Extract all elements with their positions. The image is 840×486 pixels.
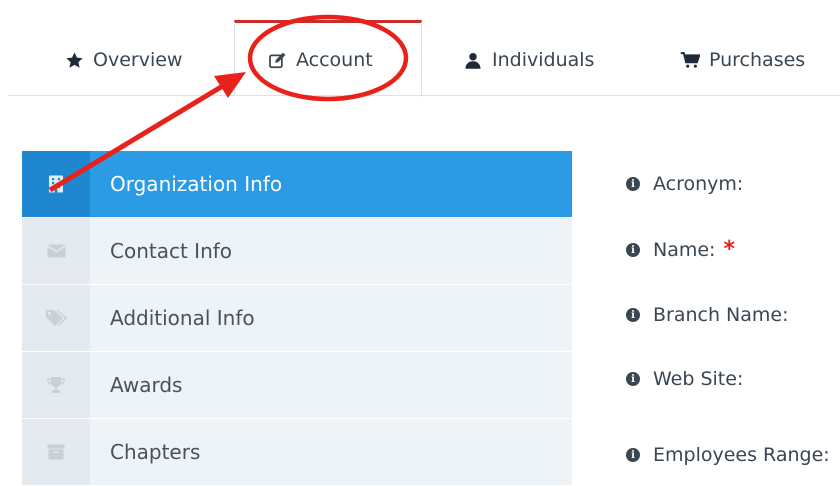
info-icon[interactable]: i: [626, 308, 640, 322]
sidebar-item-label: Organization Info: [110, 172, 283, 196]
info-icon[interactable]: i: [626, 177, 640, 191]
archive-icon: [22, 419, 90, 485]
info-icon[interactable]: i: [626, 243, 640, 257]
field-label: Name:: [653, 239, 716, 261]
sidebar-item-organization-info[interactable]: Organization Info: [22, 151, 572, 217]
building-icon: [22, 151, 90, 217]
field-name: i Name: *: [626, 239, 735, 261]
required-asterisk: *: [723, 237, 735, 262]
user-icon: [463, 50, 483, 70]
tab-label: Individuals: [492, 49, 595, 71]
tags-icon: [22, 285, 90, 351]
sidebar-item-label: Contact Info: [110, 239, 233, 263]
edit-icon: [267, 50, 287, 70]
sidebar-item-awards[interactable]: Awards: [22, 352, 572, 418]
sidebar-item-label: Awards: [110, 373, 183, 397]
star-icon: [64, 50, 84, 70]
envelope-icon: [22, 218, 90, 284]
tab-overview[interactable]: Overview: [64, 46, 182, 74]
field-label: Acronym:: [653, 173, 744, 195]
sidebar-item-label: Chapters: [110, 440, 201, 464]
field-branch-name: i Branch Name:: [626, 304, 789, 326]
tab-account[interactable]: Account: [267, 46, 373, 74]
trophy-icon: [22, 352, 90, 418]
tab-label: Overview: [93, 49, 183, 71]
field-acronym: i Acronym:: [626, 173, 743, 195]
field-label: Employees Range:: [653, 444, 830, 466]
sidebar-item-label: Additional Info: [110, 306, 255, 330]
organization-form: i Acronym: i Name: * i Branch Name: i We…: [626, 0, 840, 478]
info-icon[interactable]: i: [626, 448, 640, 462]
info-icon[interactable]: i: [626, 372, 640, 386]
tab-label: Account: [296, 49, 373, 71]
field-web-site: i Web Site:: [626, 368, 743, 390]
field-label: Branch Name:: [653, 304, 789, 326]
sidebar-item-additional-info[interactable]: Additional Info: [22, 285, 572, 351]
sidebar-item-contact-info[interactable]: Contact Info: [22, 218, 572, 284]
sidebar-item-chapters[interactable]: Chapters: [22, 419, 572, 485]
tab-individuals[interactable]: Individuals: [463, 46, 594, 74]
field-employees-range: i Employees Range:: [626, 444, 830, 466]
section-sidebar: Organization Info Contact Info Additiona…: [22, 151, 572, 486]
field-label: Web Site:: [653, 368, 744, 390]
